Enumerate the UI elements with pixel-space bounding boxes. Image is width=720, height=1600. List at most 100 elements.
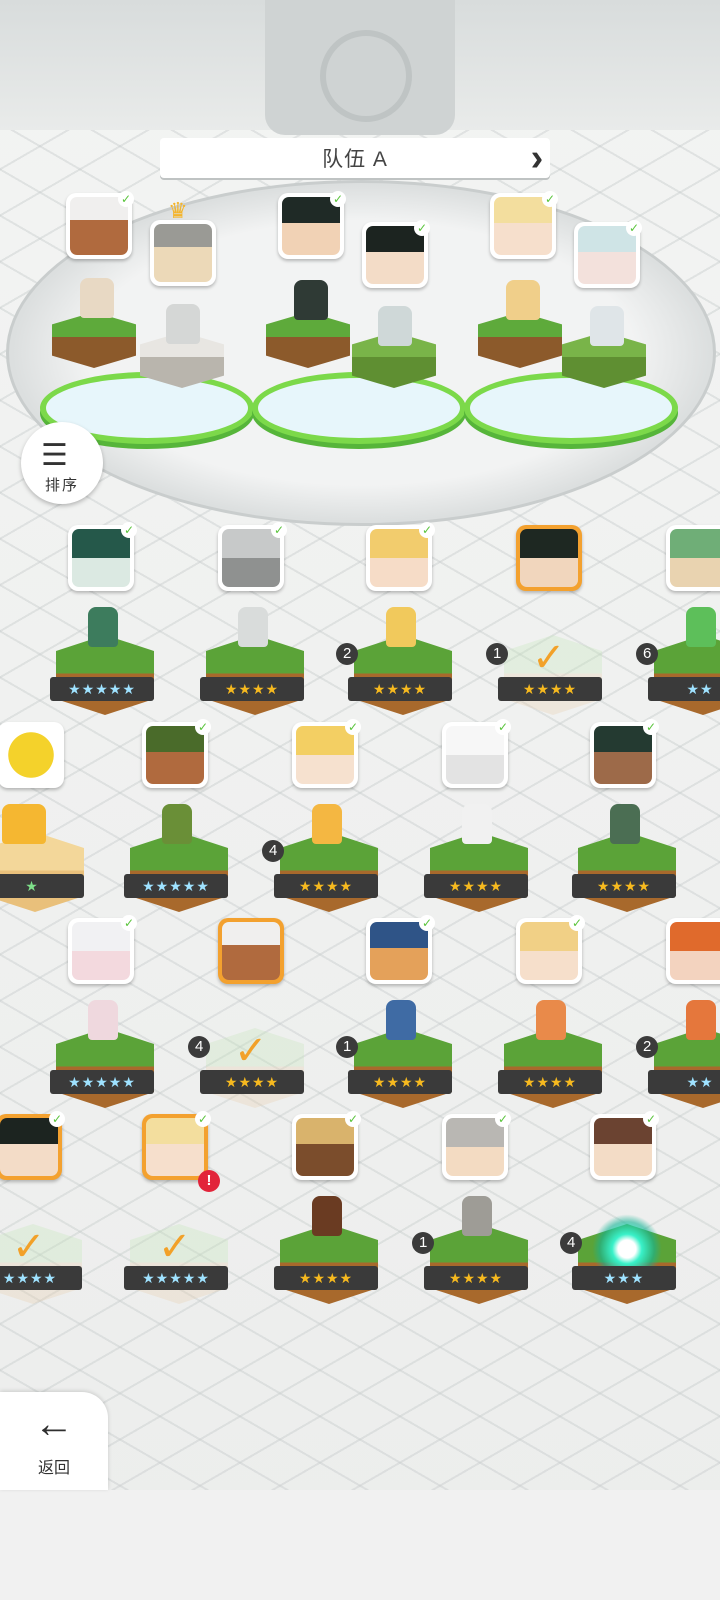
hero-sprite[interactable] <box>166 304 200 344</box>
hero-portrait <box>666 918 720 984</box>
bottom-bar <box>0 1490 720 1600</box>
roster-hero-r3c5[interactable]: 2 ★★ <box>636 918 720 1118</box>
sort-button[interactable]: ☰ 排序 <box>21 422 103 504</box>
team-hero-portrait[interactable]: ✓ <box>278 191 346 259</box>
hero-face <box>154 224 212 282</box>
arrow-left-icon: ← <box>34 1402 74 1446</box>
roster-hero-r3c3[interactable]: ✓ 1 ★★★★ <box>336 915 458 1118</box>
star-rating: ★★★★ <box>274 874 378 898</box>
hero-portrait-selected <box>218 918 284 984</box>
back-button[interactable]: ← 返回 <box>0 1392 108 1490</box>
hero-face <box>594 1118 652 1176</box>
sort-icon: ☰ <box>41 439 68 472</box>
hero-portrait <box>0 722 64 788</box>
hero-portrait: ✓ <box>590 719 659 788</box>
roster-hero-r2c0[interactable]: ★ <box>0 722 90 922</box>
hero-portrait: ✓ <box>366 522 435 591</box>
team-leader-portrait[interactable] <box>150 220 216 286</box>
team-hero-portrait[interactable]: ✓ <box>574 220 642 288</box>
team-hero-portrait[interactable]: ✓ <box>66 191 134 259</box>
hero-portrait-selected <box>516 525 582 591</box>
team-slot-3[interactable] <box>464 372 678 444</box>
hero-sprite <box>610 804 640 844</box>
leaf-icon: ✓ <box>345 1111 361 1127</box>
roster-hero-r4c2[interactable]: ✓ ★★★★ <box>274 1111 384 1314</box>
hero-pedestal <box>0 832 84 912</box>
star-rating: ★★★★ <box>572 874 676 898</box>
hero-sprite[interactable] <box>80 278 114 318</box>
hero-sprite[interactable] <box>378 306 412 346</box>
next-team-button[interactable]: › <box>522 137 552 179</box>
roster-hero-r3c1[interactable]: ✓ ★★★★★ <box>50 915 160 1118</box>
temple-arch <box>265 0 455 135</box>
hero-face <box>2 726 60 784</box>
roster-hero-r4c0[interactable]: ✓ ✓ ★★★★ <box>0 1111 88 1314</box>
star-rating: ★★★★ <box>200 677 304 701</box>
leaf-icon: ✓ <box>626 220 642 236</box>
star-rating: ★★★★ <box>274 1266 378 1290</box>
leaf-icon: ✓ <box>195 1111 211 1127</box>
roster-hero-r2c1[interactable]: ✓ ★★★★★ <box>124 719 234 922</box>
hero-sprite[interactable] <box>506 280 540 320</box>
hero-sprite <box>462 1196 492 1236</box>
in-team-check-icon: ✓ <box>234 1029 268 1073</box>
roster-hero-r3c4[interactable]: ✓ ★★★★ <box>498 915 608 1118</box>
hero-portrait-selected: ✓ <box>142 1111 211 1180</box>
hero-pedestal <box>280 832 378 912</box>
hero-face <box>296 1118 354 1176</box>
roster-hero-r2c3[interactable]: ✓ ★★★★ <box>424 719 534 922</box>
hero-sprite[interactable] <box>590 306 624 346</box>
hero-face <box>520 922 578 980</box>
in-team-check-icon: ✓ <box>12 1225 46 1269</box>
hero-sprite <box>312 1196 342 1236</box>
roster-hero-r1c2[interactable]: ✓ ★★★★ <box>200 522 310 725</box>
team-hero-portrait[interactable]: ✓ <box>362 220 430 288</box>
star-rating: ★★★★ <box>348 677 452 701</box>
hero-portrait-selected: ✓ <box>0 1111 65 1180</box>
hero-pedestal <box>280 1224 378 1304</box>
hero-portrait: ✓ <box>68 915 137 984</box>
leaf-icon: ✓ <box>643 1111 659 1127</box>
star-rating: ★★★★★ <box>124 1266 228 1290</box>
hero-sprite <box>238 607 268 647</box>
hero-pedestal <box>130 832 228 912</box>
hero-face <box>366 226 424 284</box>
hero-face <box>222 529 280 587</box>
star-rating: ★★★★★ <box>124 874 228 898</box>
roster-hero-r4c4[interactable]: ✓ 4 ★★★ <box>560 1111 682 1314</box>
hero-pedestal <box>56 1028 154 1108</box>
star-rating: ★★★★ <box>424 1266 528 1290</box>
roster-hero-r3c2[interactable]: ✓ 4 ★★★★ <box>188 918 310 1118</box>
star-rating: ★★ <box>648 1070 720 1094</box>
roster-hero-r4c3[interactable]: ✓ 1 ★★★★ <box>412 1111 534 1314</box>
star-rating: ★★★★★ <box>50 677 154 701</box>
roster-hero-r1c3[interactable]: ✓ 2 ★★★★ <box>336 522 458 725</box>
team-hero-portrait[interactable]: ✓ <box>490 191 558 259</box>
hero-sprite[interactable] <box>294 280 328 320</box>
roster-hero-r1c5[interactable]: 6 ★★ <box>636 525 720 725</box>
roster-hero-r1c4[interactable]: ✓ 1 ★★★★ <box>486 525 608 725</box>
roster-hero-r2c2[interactable]: ✓ 4 ★★★★ <box>262 719 384 922</box>
alert-badge-icon: ! <box>198 1170 220 1192</box>
leaf-icon: ✓ <box>121 915 137 931</box>
in-team-check-icon: ✓ <box>532 636 566 680</box>
hero-sprite <box>686 607 716 647</box>
hero-pedestal <box>654 1028 720 1108</box>
leaf-icon: ✓ <box>419 522 435 538</box>
hero-sprite <box>2 804 46 844</box>
hero-portrait: ✓ <box>516 915 585 984</box>
leaf-icon: ✓ <box>643 719 659 735</box>
star-rating: ★★★★ <box>348 1070 452 1094</box>
team-slot-2[interactable] <box>252 372 466 444</box>
hero-portrait: ✓ <box>442 1111 511 1180</box>
roster-hero-r4c1[interactable]: ✓ ! ✓ ★★★★★ <box>124 1111 234 1314</box>
leaf-icon: ✓ <box>495 1111 511 1127</box>
roster-hero-r1c1[interactable]: ✓ ★★★★★ <box>50 522 160 725</box>
star-rating: ★★★ <box>572 1266 676 1290</box>
hero-portrait: ✓ <box>590 1111 659 1180</box>
hero-sprite <box>312 804 342 844</box>
leaf-icon: ✓ <box>345 719 361 735</box>
hero-face <box>370 922 428 980</box>
hero-face <box>594 726 652 784</box>
roster-hero-r2c4[interactable]: ✓ ★★★★ <box>572 719 682 922</box>
